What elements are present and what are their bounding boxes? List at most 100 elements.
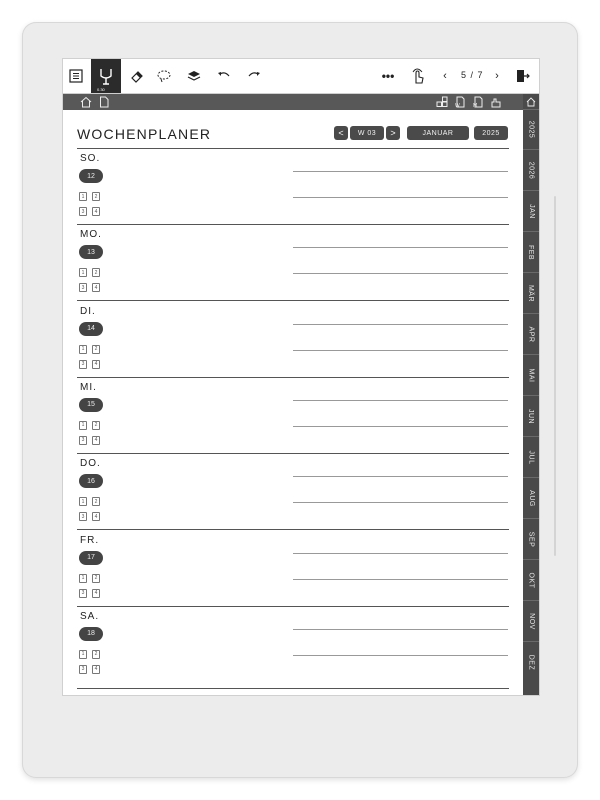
sidebar-tab-2025[interactable]: 2025	[523, 110, 539, 150]
redo-icon[interactable]	[245, 64, 263, 88]
next-page-icon[interactable]: ›	[491, 64, 503, 88]
touch-icon[interactable]	[409, 64, 427, 88]
note-w-icon[interactable]: W	[453, 95, 467, 109]
note-page-link-icon[interactable]: 3	[79, 207, 87, 216]
next-week-button[interactable]: >	[386, 126, 400, 140]
day-date-badge[interactable]: 14	[79, 321, 103, 336]
undo-icon[interactable]	[215, 64, 233, 88]
eraser-icon[interactable]	[129, 64, 145, 88]
note-page-link-icon[interactable]: 2	[92, 344, 100, 354]
year-button[interactable]: 2025	[474, 126, 508, 140]
writing-line[interactable]	[293, 349, 508, 351]
day-name: MO.	[80, 229, 102, 241]
day-date-badge[interactable]: 13	[79, 245, 103, 260]
menu-icon[interactable]	[68, 64, 84, 88]
writing-line[interactable]	[293, 273, 508, 275]
sidebar-tab-dez[interactable]: DEZ	[523, 642, 539, 683]
note-page-link-icon[interactable]: 1	[79, 420, 87, 430]
sidebar-tab-okt[interactable]: OKT	[523, 560, 539, 601]
layers-icon[interactable]	[185, 64, 203, 88]
week-button[interactable]: W 03	[350, 126, 384, 140]
note-page-link-icon[interactable]: 4	[92, 359, 100, 369]
month-button[interactable]: JANUAR	[407, 126, 469, 140]
note-page-link-icon[interactable]: 1	[79, 344, 87, 354]
prev-page-icon[interactable]: ‹	[439, 64, 451, 88]
note-page-link-icon[interactable]: 3	[79, 359, 87, 369]
sidebar-tab-jun[interactable]: JUN	[523, 396, 539, 437]
shortcut-bar: W M	[63, 94, 523, 110]
prev-week-button[interactable]: <	[334, 126, 348, 140]
writing-line[interactable]	[293, 425, 508, 427]
note-page-link-icon[interactable]: 2	[92, 192, 100, 201]
writing-line[interactable]	[293, 171, 508, 172]
note-page-link-icon[interactable]: 4	[92, 283, 100, 293]
day-date-badge[interactable]: 12	[79, 169, 103, 183]
writing-line[interactable]	[293, 476, 508, 478]
note-page-link-icon[interactable]: 2	[92, 497, 100, 507]
bottom-divider	[77, 688, 509, 689]
hand-icon[interactable]	[489, 95, 503, 109]
note-page-link-icon[interactable]: 4	[92, 435, 100, 445]
planner-content: WOCHENPLANER < W 03 > JANUAR 2025 SO. 12 1…	[77, 110, 509, 695]
note-page-link-icon[interactable]: 1	[79, 497, 87, 507]
sidebar-tab-sep[interactable]: SEP	[523, 519, 539, 560]
grid-icon[interactable]	[435, 95, 449, 109]
note-page-link-icon[interactable]: 1	[79, 192, 87, 201]
page-title: WOCHENPLANER	[77, 126, 212, 142]
note-page-link-icon[interactable]: 2	[92, 649, 100, 659]
day-name: DI.	[80, 305, 96, 317]
note-page-link-icon[interactable]: 1	[79, 573, 87, 583]
sidebar-tab-mai[interactable]: MAI	[523, 355, 539, 396]
lasso-icon[interactable]	[155, 64, 173, 88]
day-date-badge[interactable]: 16	[79, 474, 103, 489]
day-row: SA. 18 1 2 3 4	[77, 607, 509, 683]
more-icon[interactable]: •••	[379, 64, 397, 88]
note-page-link-icon[interactable]: 1	[79, 268, 87, 278]
home-icon[interactable]	[79, 95, 93, 109]
writing-line[interactable]	[293, 628, 508, 630]
pen-size-label: 0.30	[97, 87, 105, 92]
note-page-link-icon[interactable]: 1	[79, 649, 87, 659]
document-icon[interactable]	[97, 95, 111, 109]
sidebar-tab-feb[interactable]: FEB	[523, 232, 539, 273]
day-name: DO.	[80, 458, 101, 470]
writing-line[interactable]	[293, 654, 508, 656]
day-date-badge[interactable]: 17	[79, 550, 103, 565]
note-page-link-icon[interactable]: 3	[79, 283, 87, 293]
writing-line[interactable]	[293, 502, 508, 504]
sidebar-tab-aug[interactable]: AUG	[523, 478, 539, 519]
sidebar-home-icon[interactable]	[523, 94, 539, 110]
note-page-link-icon[interactable]: 3	[79, 435, 87, 445]
sidebar-tab-2026[interactable]: 2026	[523, 150, 539, 191]
note-page-link-icon[interactable]: 3	[79, 664, 87, 674]
day-name: SO.	[80, 153, 101, 164]
writing-line[interactable]	[293, 197, 508, 198]
day-name: FR.	[80, 534, 100, 546]
note-page-link-icon[interactable]: 2	[92, 573, 100, 583]
note-page-link-icon[interactable]: 4	[92, 512, 100, 522]
day-date-badge[interactable]: 15	[79, 397, 103, 412]
exit-icon[interactable]	[515, 64, 531, 88]
note-page-link-icon[interactable]: 2	[92, 268, 100, 278]
sidebar-tab-jan[interactable]: JAN	[523, 191, 539, 232]
writing-line[interactable]	[293, 578, 508, 580]
sidebar-tabs: 2025 2026 JAN FEB MÄR APR MAI JUN JUL AU…	[523, 94, 539, 695]
sidebar-tab-nov[interactable]: NOV	[523, 601, 539, 642]
writing-line[interactable]	[293, 323, 508, 325]
sidebar-tab-apr[interactable]: APR	[523, 314, 539, 355]
note-page-link-icon[interactable]: 2	[92, 420, 100, 430]
pen-icon[interactable]: 0.30	[91, 59, 121, 93]
day-date-badge[interactable]: 18	[79, 626, 103, 641]
sidebar-tab-mar[interactable]: MÄR	[523, 273, 539, 314]
note-page-link-icon[interactable]: 4	[92, 664, 100, 674]
writing-line[interactable]	[293, 399, 508, 401]
writing-line[interactable]	[293, 552, 508, 554]
writing-line[interactable]	[293, 247, 508, 249]
note-page-link-icon[interactable]: 4	[92, 588, 100, 598]
note-page-link-icon[interactable]: 3	[79, 512, 87, 522]
scrollbar[interactable]	[554, 196, 556, 556]
note-page-link-icon[interactable]: 4	[92, 207, 100, 216]
sidebar-tab-jul[interactable]: JUL	[523, 437, 539, 478]
note-m-icon[interactable]: M	[471, 95, 485, 109]
note-page-link-icon[interactable]: 3	[79, 588, 87, 598]
